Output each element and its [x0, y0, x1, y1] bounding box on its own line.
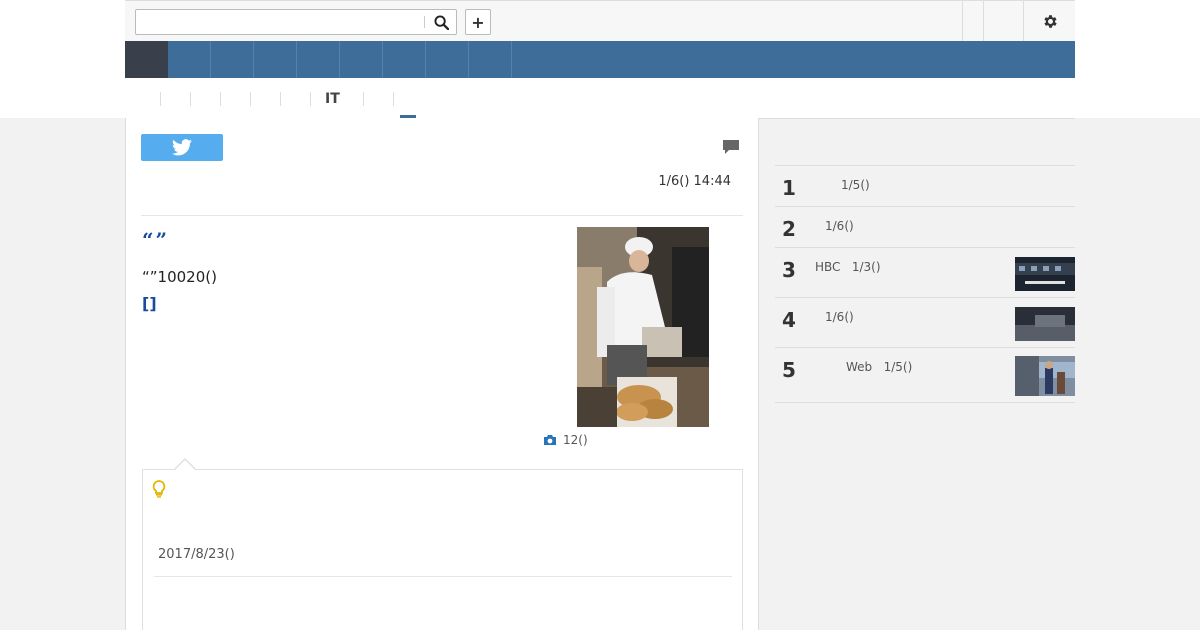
ranking-number: 2	[782, 217, 796, 241]
photo-count-text: 12()	[563, 433, 588, 447]
ranking-text: 1/6()	[825, 310, 854, 324]
article-summary: “”10020()	[142, 268, 217, 286]
nav-item[interactable]	[469, 41, 512, 78]
tweet-button[interactable]	[141, 134, 223, 161]
subnav-divider	[280, 92, 281, 106]
read-more-link[interactable]: []	[142, 294, 157, 313]
ranking-number: 4	[782, 308, 796, 332]
ranking-item[interactable]: 3 HBC 1/3()	[775, 247, 1075, 297]
search-separator	[424, 16, 425, 28]
header-divider	[1023, 1, 1024, 41]
article-panel: 1/6() 14:44 “” “”10020() [] 12() 2017/8/…	[125, 118, 759, 630]
comment-icon	[723, 140, 739, 154]
tip-arrow	[175, 460, 195, 470]
subnav-divider	[160, 92, 161, 106]
subnav-divider	[190, 92, 191, 106]
site-header: +	[125, 0, 1075, 41]
search-button[interactable]	[426, 10, 456, 34]
main-nav	[125, 41, 1075, 78]
gear-icon	[1043, 14, 1057, 28]
photo-count[interactable]: 12()	[543, 433, 588, 447]
search-icon	[433, 14, 449, 30]
tip-box: 2017/8/23()	[142, 469, 743, 630]
ranking-number: 3	[782, 258, 796, 282]
header-divider	[983, 1, 984, 41]
subnav-divider	[363, 92, 364, 106]
nav-item[interactable]	[426, 41, 469, 78]
article-headline[interactable]: “”	[142, 228, 169, 252]
divider	[141, 215, 743, 216]
ranking-item[interactable]: 4 1/6()	[775, 297, 1075, 347]
search-box	[135, 9, 457, 35]
article-timestamp: 1/6() 14:44	[658, 174, 731, 189]
lightbulb-icon	[152, 480, 166, 498]
subnav-divider	[250, 92, 251, 106]
ranking-thumbnail	[1015, 356, 1075, 396]
nav-item[interactable]	[254, 41, 297, 78]
ranking-text: Web 1/5()	[846, 360, 913, 374]
subnav-divider	[393, 92, 394, 106]
comment-button[interactable]	[722, 138, 740, 156]
nav-item-home[interactable]	[125, 41, 168, 78]
nav-item[interactable]	[297, 41, 340, 78]
tip-icon	[152, 480, 166, 502]
ranking-item[interactable]: 5 Web 1/5()	[775, 347, 1075, 403]
tip-date: 2017/8/23()	[158, 547, 235, 562]
camera-icon	[544, 435, 556, 445]
subnav-divider	[220, 92, 221, 106]
nav-item[interactable]	[168, 41, 211, 78]
add-button[interactable]: +	[465, 9, 491, 35]
thumbnail-image	[1015, 307, 1075, 341]
nav-item[interactable]	[211, 41, 254, 78]
ranking-text: 1/6()	[825, 219, 854, 233]
ranking-list: 1 1/5() 2 1/6() 3 HBC 1/3() 4 1/6() 5 We…	[775, 165, 1075, 403]
ranking-number: 5	[782, 358, 796, 382]
header-divider	[962, 1, 963, 41]
ranking-number: 1	[782, 176, 796, 200]
divider	[154, 576, 732, 577]
twitter-icon	[172, 139, 192, 156]
photo-baker-image	[577, 227, 709, 427]
ranking-thumbnail	[1015, 307, 1075, 341]
ranking-thumbnail	[1015, 257, 1075, 291]
settings-button[interactable]	[1034, 9, 1066, 33]
subnav-divider	[310, 92, 311, 106]
nav-item[interactable]	[383, 41, 426, 78]
ranking-text: 1/5()	[841, 178, 870, 192]
thumbnail-image	[1015, 356, 1075, 396]
subnav-item-it[interactable]: IT	[325, 91, 340, 107]
article-photo[interactable]	[577, 227, 709, 427]
thumbnail-image	[1015, 257, 1075, 291]
ranking-item[interactable]: 1 1/5()	[775, 165, 1075, 206]
ranking-text: HBC 1/3()	[815, 260, 881, 274]
ranking-item[interactable]: 2 1/6()	[775, 206, 1075, 247]
nav-item[interactable]	[340, 41, 383, 78]
search-input[interactable]	[136, 10, 424, 34]
